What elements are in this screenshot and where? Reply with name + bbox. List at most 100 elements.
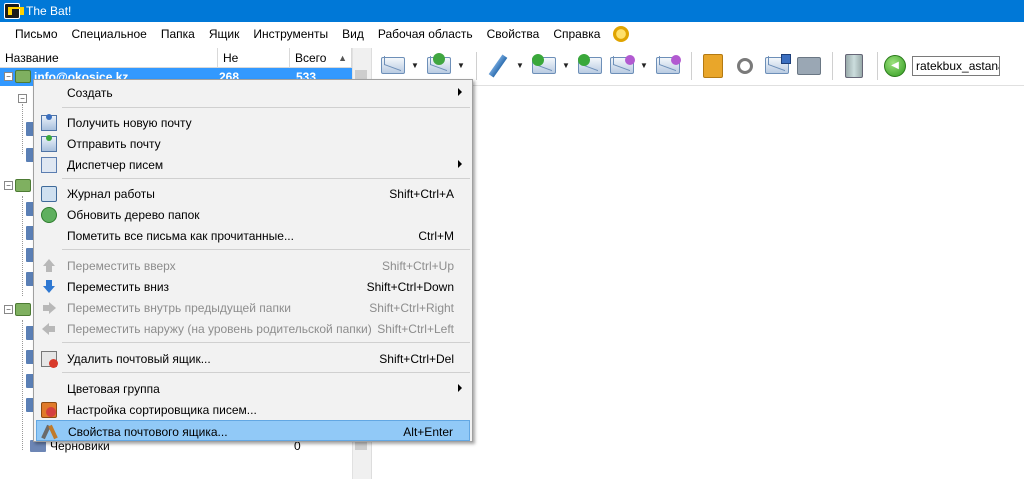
menu-item-label: Создать bbox=[67, 86, 113, 100]
reply-all-button[interactable] bbox=[575, 51, 605, 81]
chevron-up-icon[interactable]: ▲ bbox=[338, 48, 347, 67]
sun-icon[interactable] bbox=[613, 26, 630, 42]
menu-item-refresh-tree[interactable]: Обновить дерево папок bbox=[36, 204, 470, 225]
menu-item-move-outside[interactable]: Переместить наружу (на уровень родительс… bbox=[36, 318, 470, 339]
forward-arrow-icon bbox=[625, 54, 635, 65]
menu-item-send-mail[interactable]: Отправить почту bbox=[36, 133, 470, 154]
delete-mailbox-icon bbox=[41, 351, 58, 368]
menu-item-sorter-settings[interactable]: Настройка сортировщика писем... bbox=[36, 399, 470, 420]
chevron-down-icon[interactable]: ▼ bbox=[456, 51, 466, 81]
menu-item-shortcut: Shift+Ctrl+Right bbox=[369, 301, 454, 315]
toolbar-separator bbox=[476, 51, 477, 80]
reply-all-arrow-icon bbox=[578, 53, 590, 66]
collapse-icon[interactable]: − bbox=[4, 72, 13, 81]
save-message-button[interactable] bbox=[762, 51, 792, 81]
delete-button[interactable] bbox=[839, 51, 869, 81]
send-mail-button[interactable] bbox=[424, 51, 454, 81]
menu-divider bbox=[62, 178, 470, 179]
reply-arrow-icon bbox=[532, 53, 544, 66]
get-mail-button[interactable] bbox=[378, 51, 408, 81]
menu-item-color-group[interactable]: Цветовая группа bbox=[36, 378, 470, 399]
menu-item-shortcut: Shift+Ctrl+Left bbox=[377, 322, 454, 336]
properties-icon bbox=[42, 424, 58, 440]
chevron-down-icon[interactable]: ▼ bbox=[639, 51, 649, 81]
menu-item-move-down[interactable]: Переместить вниз Shift+Ctrl+Down bbox=[36, 276, 470, 297]
dispatcher-icon bbox=[41, 157, 57, 173]
menu-item-dispatcher[interactable]: Диспетчер писем bbox=[36, 154, 470, 175]
window-title: The Bat! bbox=[26, 4, 72, 18]
column-unread[interactable]: Не прочита... bbox=[218, 48, 290, 85]
column-name[interactable]: Название bbox=[0, 48, 218, 67]
toolbar-separator bbox=[832, 51, 833, 80]
go-back-button[interactable]: ◀ bbox=[884, 54, 906, 77]
new-message-button[interactable] bbox=[483, 51, 513, 81]
refresh-icon bbox=[41, 207, 57, 223]
printer-icon bbox=[797, 56, 821, 75]
menu-help[interactable]: Справка bbox=[546, 22, 607, 46]
floppy-disk-icon bbox=[781, 53, 791, 64]
find-button[interactable] bbox=[730, 51, 760, 81]
menu-item-delete-mailbox[interactable]: Удалить почтовый ящик... Shift+Ctrl+Del bbox=[36, 348, 470, 369]
print-button[interactable] bbox=[794, 51, 824, 81]
menu-divider bbox=[62, 249, 470, 250]
menu-folder[interactable]: Папка bbox=[154, 22, 202, 46]
menu-tools[interactable]: Инструменты bbox=[246, 22, 335, 46]
chevron-down-icon[interactable]: ▼ bbox=[561, 51, 571, 81]
collapse-icon[interactable]: − bbox=[18, 94, 27, 103]
arrow-up-icon bbox=[41, 258, 57, 274]
submenu-arrow-icon bbox=[458, 88, 462, 96]
folder-tree-header: Название Не прочита... Всего ▲ bbox=[0, 48, 352, 85]
address-book-button[interactable] bbox=[698, 51, 728, 81]
menu-item-label: Переместить вниз bbox=[67, 280, 170, 294]
tree-line bbox=[22, 320, 23, 450]
menu-item-shortcut: Ctrl+M bbox=[418, 229, 454, 243]
menu-item-get-mail[interactable]: Получить новую почту bbox=[36, 112, 470, 133]
menu-item-shortcut: Shift+Ctrl+Down bbox=[366, 280, 454, 294]
menu-view[interactable]: Вид bbox=[335, 22, 371, 46]
the-bat-app-icon[interactable] bbox=[4, 3, 24, 19]
forward-button[interactable] bbox=[607, 51, 637, 81]
chevron-down-icon[interactable]: ▼ bbox=[410, 51, 420, 81]
tree-line bbox=[22, 196, 23, 296]
arrow-left-icon bbox=[41, 321, 57, 337]
menu-divider bbox=[62, 107, 470, 108]
menu-item-create[interactable]: Создать bbox=[36, 82, 470, 103]
menu-item-shortcut: Shift+Ctrl+Del bbox=[379, 352, 454, 366]
menu-item-log[interactable]: Журнал работы Shift+Ctrl+A bbox=[36, 183, 470, 204]
menu-item-label: Отправить почту bbox=[67, 137, 161, 151]
mailbox-context-menu: Создать Получить новую почту Отправить п… bbox=[33, 79, 473, 442]
quick-search-input[interactable]: ratekbux_astana bbox=[912, 55, 1000, 76]
sorter-icon bbox=[41, 402, 57, 418]
menu-item-move-inside[interactable]: Переместить внутрь предыдущей папки Shif… bbox=[36, 297, 470, 318]
chevron-down-icon[interactable]: ▼ bbox=[515, 51, 525, 81]
redirect-button[interactable] bbox=[653, 51, 683, 81]
menu-bar: Письмо Специальное Папка Ящик Инструмент… bbox=[0, 22, 1024, 46]
arrow-right-icon bbox=[41, 300, 57, 316]
reply-button[interactable] bbox=[529, 51, 559, 81]
menu-letter[interactable]: Письмо bbox=[8, 22, 65, 46]
menu-item-label: Пометить все письма как прочитанные... bbox=[67, 229, 294, 243]
search-icon bbox=[737, 57, 753, 74]
menu-item-move-up[interactable]: Переместить вверх Shift+Ctrl+Up bbox=[36, 255, 470, 276]
menu-item-label: Переместить наружу (на уровень родительс… bbox=[67, 322, 372, 336]
collapse-icon[interactable]: − bbox=[4, 181, 13, 190]
menu-workspace[interactable]: Рабочая область bbox=[371, 22, 480, 46]
menu-item-shortcut: Shift+Ctrl+Up bbox=[381, 259, 454, 273]
column-total[interactable]: Всего ▲ bbox=[290, 48, 352, 67]
menu-divider bbox=[62, 372, 470, 373]
menu-item-label: Обновить дерево папок bbox=[67, 208, 200, 222]
toolbar-separator bbox=[691, 51, 692, 80]
get-mail-icon bbox=[41, 114, 57, 131]
menu-item-label: Настройка сортировщика писем... bbox=[67, 403, 257, 417]
toolbar-separator bbox=[877, 51, 878, 80]
submenu-arrow-icon bbox=[458, 384, 462, 392]
menu-mailbox[interactable]: Ящик bbox=[202, 22, 247, 46]
log-icon bbox=[41, 186, 57, 202]
menu-special[interactable]: Специальное bbox=[65, 22, 154, 46]
menu-item-mark-all-read[interactable]: Пометить все письма как прочитанные... C… bbox=[36, 225, 470, 246]
menu-item-label: Журнал работы bbox=[67, 187, 155, 201]
collapse-icon[interactable]: − bbox=[4, 305, 13, 314]
menu-item-shortcut: Alt+Enter bbox=[403, 425, 453, 439]
menu-properties[interactable]: Свойства bbox=[480, 22, 547, 46]
menu-item-mailbox-properties[interactable]: Свойства почтового ящика... Alt+Enter bbox=[36, 420, 470, 441]
